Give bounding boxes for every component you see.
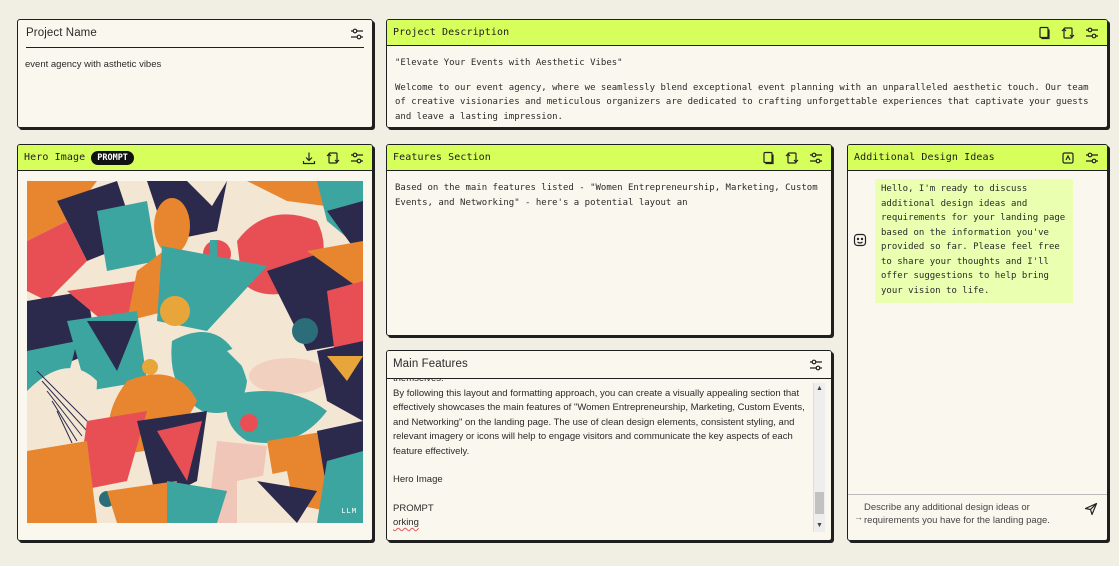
- regenerate-icon[interactable]: [1061, 26, 1075, 40]
- sliders-icon[interactable]: [1085, 151, 1099, 165]
- project-name-header: Project Name: [26, 20, 364, 48]
- project-description-title: Project Description: [393, 27, 510, 38]
- project-description-body[interactable]: "Elevate Your Events with Aesthetic Vibe…: [387, 46, 1107, 126]
- main-features-header: Main Features: [387, 351, 831, 379]
- design-ideas-card: Additional Design Ideas Hello, I'm ready…: [847, 144, 1108, 541]
- main-features-title: Main Features: [393, 358, 468, 371]
- project-description-header: Project Description: [387, 20, 1107, 46]
- sliders-icon[interactable]: [1085, 26, 1099, 40]
- features-section-header: Features Section: [387, 145, 831, 171]
- design-ideas-title: Additional Design Ideas: [854, 152, 995, 163]
- features-section-card: Features Section Based on the main featu…: [386, 144, 832, 336]
- design-ideas-input-area: → Describe any additional design ideas o…: [848, 494, 1107, 540]
- project-description-text: Welcome to our event agency, where we se…: [395, 82, 1089, 122]
- main-features-prompt-line: PROMPT: [393, 502, 434, 514]
- assistant-message-bubble: Hello, I'm ready to discuss additional d…: [875, 179, 1073, 303]
- prompt-badge[interactable]: PROMPT: [91, 150, 134, 165]
- scroll-up-icon[interactable]: ▲: [814, 383, 825, 395]
- project-name-card: Project Name event agency with asthetic …: [17, 19, 373, 128]
- hero-image: LLM: [27, 181, 363, 523]
- download-icon[interactable]: [302, 151, 316, 165]
- project-name-value: event agency with asthetic vibes: [25, 59, 162, 70]
- design-ideas-header: Additional Design Ideas: [848, 145, 1107, 171]
- main-features-scrollbar[interactable]: ▲ ▼: [813, 383, 825, 532]
- hero-image-watermark: LLM: [341, 507, 357, 515]
- copy-icon[interactable]: [761, 151, 775, 165]
- regenerate-icon[interactable]: [785, 151, 799, 165]
- main-features-cut-line: themselves.: [393, 378, 444, 384]
- main-features-hero-line: Hero Image: [393, 474, 443, 485]
- features-section-title: Features Section: [393, 152, 491, 163]
- copy-icon[interactable]: [1037, 26, 1051, 40]
- project-name-input[interactable]: event agency with asthetic vibes: [18, 48, 372, 83]
- sliders-icon[interactable]: [350, 27, 364, 41]
- hero-image-header: Hero Image PROMPT: [18, 145, 372, 171]
- input-arrow-icon: →: [854, 512, 863, 522]
- scrollbar-thumb[interactable]: [815, 492, 824, 514]
- features-section-body[interactable]: Based on the main features listed - "Wom…: [387, 171, 831, 331]
- hero-image-title: Hero Image: [24, 152, 86, 163]
- bot-icon: [853, 233, 867, 247]
- sliders-icon[interactable]: [350, 151, 364, 165]
- regenerate-icon[interactable]: [326, 151, 340, 165]
- main-features-orking-line: orking: [393, 517, 419, 528]
- sliders-icon[interactable]: [809, 151, 823, 165]
- clear-chat-icon[interactable]: [1061, 151, 1075, 165]
- project-name-title: Project Name: [26, 27, 97, 40]
- project-description-headline: "Elevate Your Events with Aesthetic Vibe…: [395, 58, 623, 68]
- main-features-card: Main Features themselves. By following t…: [386, 350, 832, 541]
- design-ideas-input[interactable]: Describe any additional design ideas or …: [864, 502, 1069, 527]
- main-features-paragraph: By following this layout and formatting …: [393, 387, 805, 457]
- hero-image-card: Hero Image PROMPT LLM: [17, 144, 373, 541]
- project-description-card: Project Description "Elevate Your Events…: [386, 19, 1108, 128]
- sliders-icon[interactable]: [809, 358, 823, 372]
- scroll-down-icon[interactable]: ▼: [814, 520, 825, 532]
- main-features-textarea[interactable]: themselves. By following this layout and…: [387, 378, 811, 540]
- send-icon[interactable]: [1084, 502, 1098, 516]
